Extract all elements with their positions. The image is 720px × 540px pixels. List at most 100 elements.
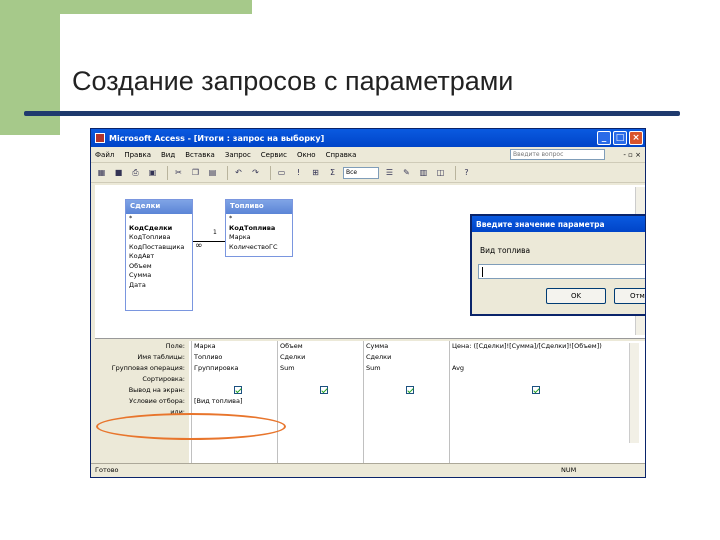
- cell-group[interactable]: Группировка: [192, 363, 277, 374]
- undo-icon[interactable]: ↶: [232, 166, 245, 179]
- print-icon[interactable]: ⎙: [129, 166, 142, 179]
- text-caret: [482, 267, 483, 277]
- cell-show[interactable]: [450, 385, 625, 396]
- menu-query[interactable]: Запрос: [225, 151, 251, 159]
- cell-field[interactable]: Сумма: [364, 341, 449, 352]
- field-item[interactable]: *: [126, 214, 192, 224]
- preview-icon[interactable]: ▣: [146, 166, 159, 179]
- cell-field[interactable]: Марка: [192, 341, 277, 352]
- num-lock-indicator: NUM: [561, 466, 577, 474]
- properties-icon[interactable]: ☰: [383, 166, 396, 179]
- field-item[interactable]: Марка: [226, 233, 292, 243]
- field-item[interactable]: КодТоплива: [126, 233, 192, 243]
- slide: Создание запросов с параметрами Microsof…: [0, 0, 720, 540]
- menu-bar: Файл Правка Вид Вставка Запрос Сервис Ок…: [91, 147, 645, 163]
- cell-show[interactable]: [364, 385, 449, 396]
- status-bar: Готово NUM: [91, 463, 645, 477]
- field-item[interactable]: *: [226, 214, 292, 224]
- field-item[interactable]: Объем: [126, 262, 192, 272]
- grid-column[interactable]: Объем Сделки Sum: [277, 341, 363, 463]
- new-object-icon[interactable]: ◫: [434, 166, 447, 179]
- cut-icon[interactable]: ✂: [172, 166, 185, 179]
- cell-criteria[interactable]: [Вид топлива]: [192, 396, 277, 407]
- db-window-icon[interactable]: ▥: [417, 166, 430, 179]
- row-label: Вывод на экран:: [128, 386, 185, 394]
- window-controls-small[interactable]: - ▫ ×: [605, 151, 645, 159]
- show-checkbox[interactable]: [320, 386, 328, 394]
- ok-button[interactable]: OK: [546, 288, 606, 304]
- menu-edit[interactable]: Правка: [124, 151, 151, 159]
- cell-table[interactable]: Топливо: [192, 352, 277, 363]
- help-icon[interactable]: ?: [460, 166, 473, 179]
- build-icon[interactable]: ✎: [400, 166, 413, 179]
- cell-field[interactable]: Цена: ([Сделки]![Сумма]/[Сделки]![Объем]…: [450, 341, 625, 352]
- field-item[interactable]: КодПоставщика: [126, 243, 192, 253]
- show-table-icon[interactable]: ⊞: [309, 166, 322, 179]
- redo-icon[interactable]: ↷: [249, 166, 262, 179]
- save-icon[interactable]: ■: [112, 166, 125, 179]
- relationship-one: 1: [213, 229, 217, 236]
- cell-or[interactable]: [450, 407, 625, 418]
- table-name-deals[interactable]: Сделки: [126, 200, 192, 214]
- show-checkbox[interactable]: [532, 386, 540, 394]
- cell-show[interactable]: [192, 385, 277, 396]
- cell-group[interactable]: Sum: [364, 363, 449, 374]
- field-item[interactable]: КоличествоГС: [226, 243, 292, 253]
- show-checkbox[interactable]: [406, 386, 414, 394]
- totals-icon[interactable]: Σ: [326, 166, 339, 179]
- menu-window[interactable]: Окно: [297, 151, 316, 159]
- access-app-icon: [95, 133, 105, 143]
- cancel-button[interactable]: Отмена: [614, 288, 645, 304]
- table-box-deals[interactable]: Сделки * КодСделки КодТоплива КодПоставщ…: [125, 199, 193, 311]
- cell-criteria[interactable]: [450, 396, 625, 407]
- cell-or[interactable]: [278, 407, 363, 418]
- cell-or[interactable]: [364, 407, 449, 418]
- help-search-input[interactable]: Введите вопрос: [510, 149, 605, 160]
- field-item[interactable]: КодАвт: [126, 252, 192, 262]
- cell-sort[interactable]: [450, 374, 625, 385]
- grid-scrollbar[interactable]: [629, 343, 639, 443]
- cell-sort[interactable]: [278, 374, 363, 385]
- cell-group[interactable]: Sum: [278, 363, 363, 374]
- field-item[interactable]: КодТоплива: [226, 224, 292, 234]
- field-item[interactable]: Сумма: [126, 271, 192, 281]
- toolbar-separator: [455, 165, 456, 180]
- copy-icon[interactable]: ❐: [189, 166, 202, 179]
- window-titlebar: Microsoft Access - [Итоги : запрос на вы…: [91, 129, 645, 147]
- cell-table[interactable]: Сделки: [278, 352, 363, 363]
- minimize-button[interactable]: _: [597, 131, 611, 145]
- close-button[interactable]: ×: [629, 131, 643, 145]
- cell-table[interactable]: Сделки: [364, 352, 449, 363]
- menu-file[interactable]: Файл: [95, 151, 114, 159]
- query-type-icon[interactable]: ▭: [275, 166, 288, 179]
- show-checkbox[interactable]: [234, 386, 242, 394]
- cell-show[interactable]: [278, 385, 363, 396]
- table-box-fuel[interactable]: Топливо * КодТоплива Марка КоличествоГС: [225, 199, 293, 257]
- parameter-input[interactable]: [478, 264, 645, 279]
- menu-view[interactable]: Вид: [161, 151, 175, 159]
- table-name-fuel[interactable]: Топливо: [226, 200, 292, 214]
- top-values-combo[interactable]: Все: [343, 166, 379, 179]
- grid-column[interactable]: Марка Топливо Группировка [Вид топлива]: [191, 341, 277, 463]
- cell-table[interactable]: [450, 352, 625, 363]
- cell-group[interactable]: Avg: [450, 363, 625, 374]
- relationship-many: ∞: [195, 241, 203, 251]
- maximize-button[interactable]: □: [613, 131, 627, 145]
- cell-criteria[interactable]: [364, 396, 449, 407]
- menu-help[interactable]: Справка: [326, 151, 357, 159]
- cell-criteria[interactable]: [278, 396, 363, 407]
- view-icon[interactable]: ▦: [95, 166, 108, 179]
- menu-tools[interactable]: Сервис: [261, 151, 287, 159]
- run-icon[interactable]: !: [292, 166, 305, 179]
- grid-column[interactable]: Цена: ([Сделки]![Сумма]/[Сделки]![Объем]…: [449, 341, 625, 463]
- field-item[interactable]: Дата: [126, 281, 192, 291]
- grid-row-labels: Поле: Имя таблицы: Групповая операция: С…: [91, 341, 189, 463]
- paste-icon[interactable]: ▤: [206, 166, 219, 179]
- title-underline: [24, 111, 680, 116]
- grid-column[interactable]: Сумма Сделки Sum: [363, 341, 449, 463]
- cell-sort[interactable]: [364, 374, 449, 385]
- cell-sort[interactable]: [192, 374, 277, 385]
- cell-field[interactable]: Объем: [278, 341, 363, 352]
- field-item[interactable]: КодСделки: [126, 224, 192, 234]
- menu-insert[interactable]: Вставка: [185, 151, 215, 159]
